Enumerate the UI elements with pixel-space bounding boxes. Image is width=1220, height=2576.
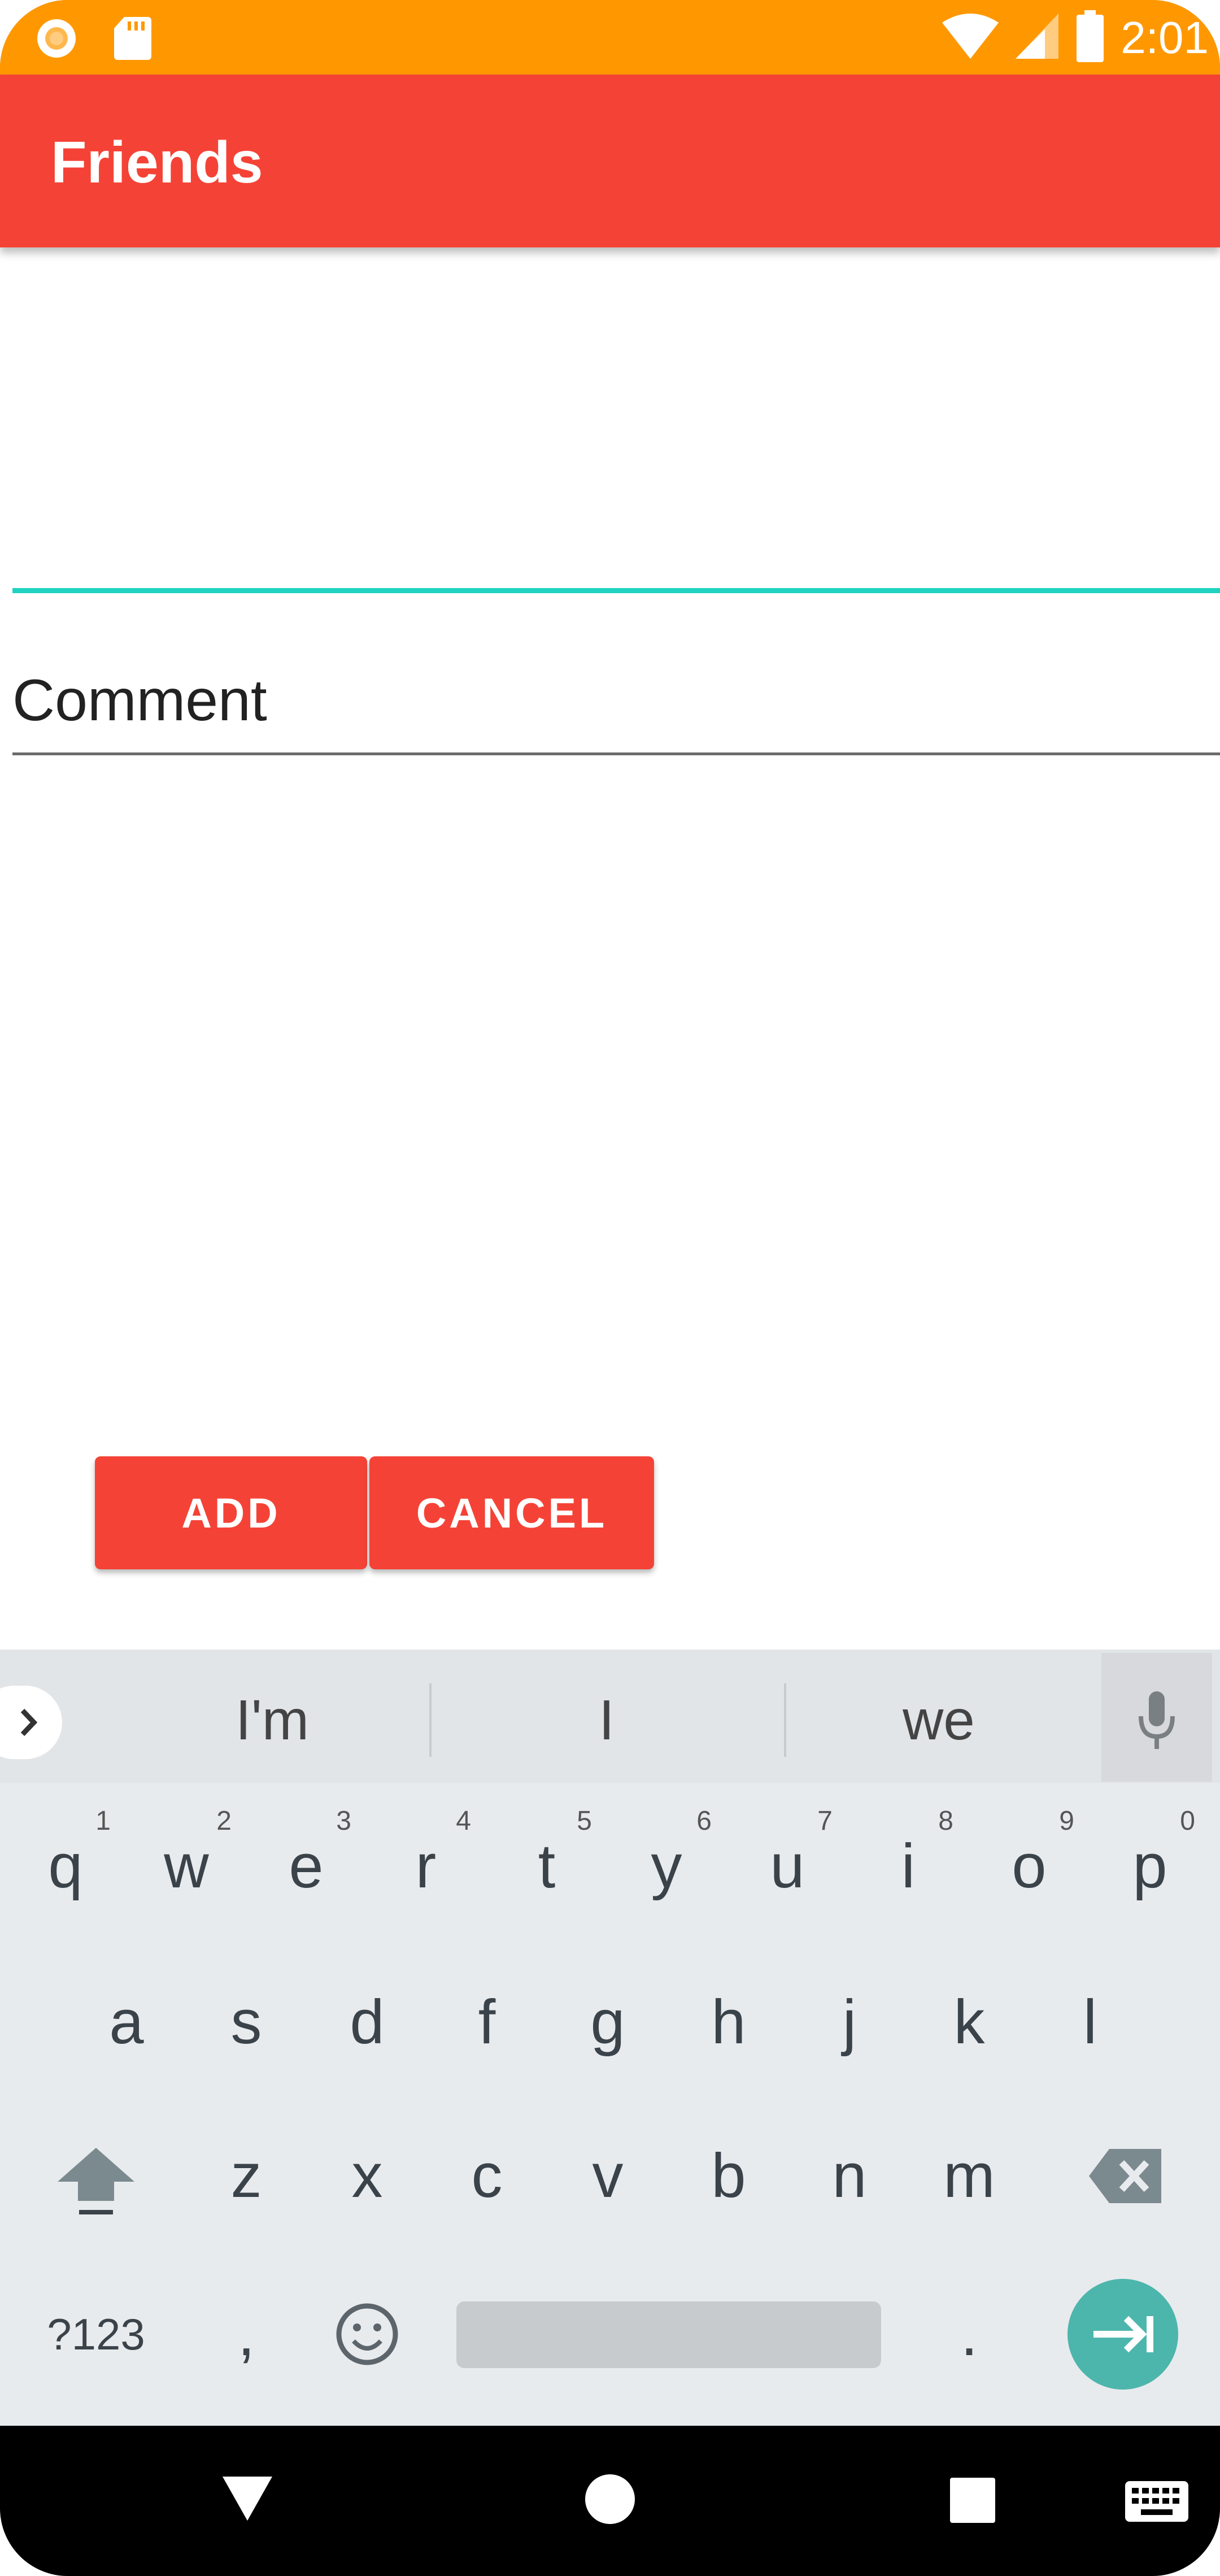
comma-key[interactable]: ,: [190, 2266, 303, 2402]
suggestion-divider: [784, 1683, 786, 1757]
suggestion-divider: [429, 1683, 432, 1757]
comment-hint: Comment: [12, 668, 267, 733]
key-z[interactable]: z: [190, 2108, 303, 2244]
key-x[interactable]: x: [311, 2108, 424, 2244]
key-y[interactable]: y6: [610, 1799, 723, 1934]
key-p[interactable]: p0: [1093, 1799, 1206, 1934]
key-u-label: u: [770, 1831, 805, 1901]
keyboard-switch-icon[interactable]: [1124, 2480, 1190, 2526]
key-t[interactable]: t5: [490, 1799, 603, 1934]
key-d[interactable]: d: [311, 1955, 424, 2090]
key-c[interactable]: c: [430, 2108, 543, 2244]
focused-input-underline: [12, 588, 1220, 593]
tab-next-icon: [1093, 2316, 1153, 2353]
key-hint: 7: [817, 1806, 833, 1836]
key-hint: 1: [95, 1806, 111, 1836]
navigation-bar: [0, 2426, 1220, 2576]
space-key[interactable]: [456, 2301, 881, 2368]
microphone-icon: [1139, 1691, 1175, 1749]
key-g[interactable]: g: [551, 1955, 664, 2090]
next-field-key[interactable]: [1068, 2279, 1178, 2390]
key-b[interactable]: b: [672, 2108, 785, 2244]
key-o-label: o: [1012, 1831, 1047, 1901]
symbols-key[interactable]: ?123: [40, 2266, 152, 2402]
backspace-icon: [1089, 2149, 1161, 2203]
key-h[interactable]: h: [672, 1955, 785, 2090]
suggestion-3[interactable]: we: [792, 1689, 1086, 1751]
key-r[interactable]: r4: [369, 1799, 482, 1934]
backspace-key[interactable]: [1068, 2108, 1180, 2244]
key-e-label: e: [289, 1831, 324, 1901]
add-button[interactable]: ADD: [95, 1456, 367, 1569]
key-hint: 4: [456, 1806, 471, 1836]
key-p-label: p: [1132, 1831, 1167, 1901]
key-o[interactable]: o9: [973, 1799, 1086, 1934]
key-i[interactable]: i8: [852, 1799, 965, 1934]
voice-input-button[interactable]: [1101, 1653, 1212, 1782]
key-hint: 6: [696, 1806, 712, 1836]
comment-input-underline: [12, 752, 1220, 755]
wifi-icon: [941, 12, 1000, 63]
emoji-key[interactable]: [311, 2266, 424, 2402]
key-j[interactable]: j: [793, 1955, 906, 2090]
key-n[interactable]: n: [793, 2108, 906, 2244]
home-icon[interactable]: [584, 2473, 636, 2528]
status-bar: 2:01: [0, 0, 1220, 75]
key-r-label: r: [415, 1831, 437, 1901]
name-input-field[interactable]: [12, 316, 1220, 593]
key-hint: 5: [577, 1806, 592, 1836]
period-key[interactable]: .: [913, 2266, 1026, 2402]
suggestion-strip: I'm I we: [0, 1650, 1220, 1783]
shift-key[interactable]: [40, 2108, 152, 2244]
page-title: Friends: [51, 130, 263, 195]
key-hint: 9: [1059, 1806, 1074, 1836]
key-q-label: q: [48, 1831, 83, 1901]
key-v[interactable]: v: [551, 2108, 664, 2244]
back-icon[interactable]: [221, 2475, 273, 2525]
suggestion-1[interactable]: I'm: [125, 1689, 419, 1751]
soft-keyboard: I'm I we q1 w2 e3 r4 t5 y6 u7 i8 o9 p 0 …: [0, 1650, 1220, 2426]
cell-signal-icon: [1014, 12, 1060, 63]
key-f[interactable]: f: [430, 1955, 543, 2090]
key-w-label: w: [164, 1831, 209, 1901]
key-t-label: t: [538, 1831, 556, 1901]
key-m[interactable]: m: [913, 2108, 1026, 2244]
key-hint: 3: [336, 1806, 351, 1836]
key-hint: 8: [938, 1806, 953, 1836]
battery-icon: [1074, 10, 1106, 65]
key-u[interactable]: u7: [731, 1799, 844, 1934]
status-time: 2:01: [1121, 12, 1209, 63]
shift-icon: [58, 2148, 134, 2214]
key-l[interactable]: l: [1034, 1955, 1147, 2090]
comment-input-field[interactable]: Comment: [12, 655, 1220, 757]
key-y-label: y: [651, 1831, 682, 1901]
screen: 2:01 Friends Comment ADD CANCEL I'm I we: [0, 0, 1220, 2576]
chevron-right-icon: [20, 1708, 38, 1737]
key-hint: 2: [216, 1806, 232, 1836]
key-k[interactable]: k: [913, 1955, 1026, 2090]
key-a[interactable]: a: [70, 1955, 183, 2090]
app-bar: Friends: [0, 75, 1220, 247]
key-e[interactable]: e3: [250, 1799, 363, 1934]
emoji-icon: [336, 2303, 398, 2365]
key-hint: 0: [1180, 1806, 1195, 1836]
suggestion-expand-button[interactable]: [0, 1686, 62, 1759]
suggestion-2[interactable]: I: [460, 1689, 753, 1751]
key-q[interactable]: q1: [9, 1799, 122, 1934]
key-w[interactable]: w2: [130, 1799, 243, 1934]
phone-frame: 2:01 Friends Comment ADD CANCEL I'm I we: [0, 0, 1220, 2576]
sd-card-icon: [113, 16, 152, 64]
cancel-button[interactable]: CANCEL: [369, 1456, 654, 1569]
recents-icon[interactable]: [949, 2477, 996, 2527]
key-s[interactable]: s: [190, 1955, 303, 2090]
chrome-notification-icon: [34, 16, 79, 64]
key-i-label: i: [901, 1831, 916, 1901]
